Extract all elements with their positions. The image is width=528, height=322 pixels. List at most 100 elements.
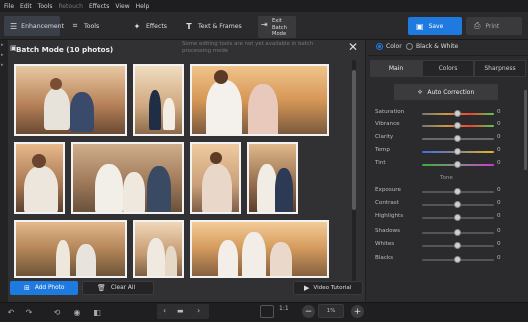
dialog-title: Batch Mode (10 photos) <box>16 45 114 54</box>
slider-value: 0 <box>497 228 501 234</box>
figure <box>206 80 242 134</box>
photo-thumbnail[interactable] <box>14 64 127 136</box>
tab-colors[interactable]: Colors <box>422 60 474 77</box>
figure <box>218 240 238 276</box>
add-image-icon: ⊞ <box>24 284 30 292</box>
menu-effects[interactable]: Effects <box>89 3 109 10</box>
figure <box>270 242 292 276</box>
menu-file[interactable]: File <box>4 3 14 10</box>
tab-enhancement-label: Enhancement <box>21 22 65 30</box>
auto-correction-label: Auto Correction <box>427 88 475 96</box>
black-white-radio-label: Black & White <box>416 43 459 50</box>
slider-value: 0 <box>497 109 501 115</box>
tab-effects[interactable]: ✦ Effects <box>126 16 176 36</box>
print-button[interactable]: ⎙ Print <box>466 17 522 35</box>
compare-icon[interactable]: ◧ <box>90 305 104 319</box>
photo-thumbnail[interactable] <box>133 220 184 278</box>
photo-thumbnail[interactable] <box>133 64 184 136</box>
close-icon[interactable]: ✕ <box>348 40 358 54</box>
slider-label: Vibrance <box>375 121 400 127</box>
tab-sharpness[interactable]: Sharpness <box>474 60 526 77</box>
figure <box>147 238 165 276</box>
photo-thumbnail[interactable] <box>190 220 329 278</box>
slider-tint: Tint 0 <box>374 160 526 170</box>
slider-knob[interactable] <box>454 135 461 142</box>
crop-icon: ⌗ <box>72 21 78 30</box>
figure <box>248 84 278 134</box>
folder-icon[interactable]: ▬ <box>177 307 184 315</box>
clear-all-button[interactable]: 🗑 Clear All <box>82 281 154 295</box>
video-tutorial-button[interactable]: ▶ Video Tutorial <box>293 281 363 295</box>
slider-label: Shadows <box>375 228 400 234</box>
tab-text-frames[interactable]: T Text & Frames <box>178 16 252 36</box>
save-icon: ▣ <box>416 21 424 31</box>
eye-icon[interactable]: ◉ <box>70 305 84 319</box>
tab-main[interactable]: Main <box>370 60 422 77</box>
save-button[interactable]: ▣ Save <box>408 17 462 35</box>
menu-tools[interactable]: Tools <box>38 3 53 10</box>
print-label: Print <box>485 22 500 30</box>
exit-icon: ⇥ <box>261 20 268 29</box>
slider-value: 0 <box>497 147 501 153</box>
adjustment-tabs: Main Colors Sharpness <box>370 60 526 77</box>
fit-to-screen-icon[interactable] <box>260 305 274 318</box>
magic-wand-icon: ✦ <box>133 21 141 31</box>
slider-whites: Whites 0 <box>374 241 526 251</box>
zoom-in-button[interactable]: + <box>351 305 364 318</box>
tab-tools[interactable]: ⌗ Tools <box>64 16 110 36</box>
chevron-left-icon[interactable]: ‹ <box>163 306 166 315</box>
slider-label: Blacks <box>375 255 394 261</box>
menu-edit[interactable]: Edit <box>20 3 32 10</box>
slider-label: Clarity <box>375 134 394 140</box>
black-white-radio[interactable] <box>406 43 413 50</box>
figure <box>44 88 70 130</box>
zoom-out-button[interactable]: − <box>302 305 315 318</box>
slider-knob[interactable] <box>454 188 461 195</box>
photo-thumbnail[interactable] <box>190 142 241 214</box>
reset-icon[interactable]: ⟲ <box>50 305 64 319</box>
photo-thumbnail[interactable] <box>14 220 127 278</box>
slider-knob[interactable] <box>454 214 461 221</box>
figure <box>165 246 177 276</box>
trash-icon: 🗑 <box>97 284 106 292</box>
photo-thumbnail[interactable] <box>14 142 65 214</box>
tab-enhancement[interactable]: ☰ Enhancement <box>4 16 64 36</box>
menu-bar: File Edit Tools Retouch Effects View Hel… <box>0 0 528 12</box>
add-photo-button[interactable]: ⊞ Add Photo <box>10 281 78 295</box>
exit-batch-mode-button[interactable]: ⇥ Exit Batch Mode <box>258 16 296 38</box>
slider-knob[interactable] <box>454 256 461 263</box>
undo-icon[interactable]: ↶ <box>4 305 18 319</box>
menu-retouch[interactable]: Retouch <box>58 3 83 10</box>
photo-thumbnail[interactable] <box>190 64 329 136</box>
slider-knob[interactable] <box>454 242 461 249</box>
slider-knob[interactable] <box>454 122 461 129</box>
photo-thumbnail[interactable] <box>71 142 184 214</box>
zoom-level-field[interactable]: 1% <box>318 304 344 318</box>
slider-highlights: Highlights 0 <box>374 213 526 223</box>
auto-correction-button[interactable]: ⟡ Auto Correction <box>394 84 498 100</box>
slider-value: 0 <box>497 121 501 127</box>
slider-label: Temp <box>375 147 390 153</box>
redo-icon[interactable]: ↷ <box>22 305 36 319</box>
color-radio[interactable] <box>376 43 383 50</box>
slider-label: Highlights <box>375 213 404 219</box>
menu-help[interactable]: Help <box>136 3 150 10</box>
slider-knob[interactable] <box>454 229 461 236</box>
slider-knob[interactable] <box>454 161 461 168</box>
left-collapse-strip[interactable]: ▸ ▸ ▸ <box>0 40 8 302</box>
zoom-1to1-button[interactable]: 1:1 <box>279 305 289 312</box>
menu-view[interactable]: View <box>115 3 129 10</box>
slider-value: 0 <box>497 160 501 166</box>
grid-scrollbar-thumb[interactable] <box>352 70 356 210</box>
slider-shadows: Shadows 0 <box>374 228 526 238</box>
slider-value: 0 <box>497 241 501 247</box>
save-label: Save <box>428 22 444 30</box>
photo-thumbnail[interactable] <box>247 142 298 214</box>
figure <box>163 98 175 130</box>
slider-knob[interactable] <box>454 201 461 208</box>
chevron-right-icon[interactable]: › <box>197 306 200 315</box>
slider-knob[interactable] <box>454 148 461 155</box>
slider-knob[interactable] <box>454 110 461 117</box>
tab-sharpness-label: Sharpness <box>484 65 516 72</box>
slider-label: Tint <box>375 160 386 166</box>
